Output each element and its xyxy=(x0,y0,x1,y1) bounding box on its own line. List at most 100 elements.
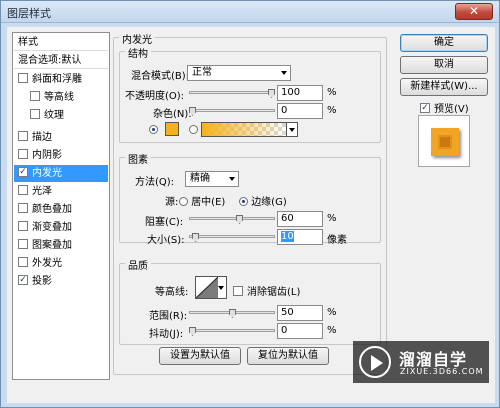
size-slider-thumb[interactable] xyxy=(192,233,199,242)
choke-label: 阻塞(C): xyxy=(145,217,184,228)
range-input[interactable]: 50 xyxy=(277,305,323,321)
noise-input[interactable]: 0 xyxy=(277,103,323,119)
section-title: 内发光 xyxy=(119,31,155,46)
source-edge-label: 边缘(G) xyxy=(251,197,287,208)
choke-slider-track xyxy=(189,217,275,220)
sidebar-item-contour[interactable]: 等高线 xyxy=(14,89,108,106)
cancel-button[interactable]: 取消 xyxy=(400,56,488,74)
jitter-slider-thumb[interactable] xyxy=(189,327,196,336)
noise-slider-track xyxy=(189,109,275,112)
blend-mode-label: 混合模式(B): xyxy=(131,71,190,82)
window-title: 图层样式 xyxy=(7,7,51,20)
reset-default-button[interactable]: 复位为默认值 xyxy=(247,347,329,365)
size-input[interactable]: 10 xyxy=(277,229,323,245)
inner-glow-checkbox[interactable]: ✓ xyxy=(18,167,28,177)
preview-option[interactable]: ✓ 预览(V) xyxy=(420,100,469,115)
range-slider[interactable] xyxy=(189,307,275,319)
sidebar-item-blending-options[interactable]: 混合选项:默认 xyxy=(14,52,108,69)
sidebar-item-outer-glow[interactable]: 外发光 xyxy=(14,255,108,272)
jitter-slider-track xyxy=(189,329,275,332)
opacity-value: 100 xyxy=(281,87,301,98)
gradient-overlay-checkbox[interactable] xyxy=(18,221,28,231)
jitter-slider[interactable] xyxy=(189,325,275,337)
preview-checkbox[interactable]: ✓ xyxy=(420,103,430,113)
technique-dropdown[interactable]: 精确 xyxy=(185,171,239,187)
sidebar-item-color-overlay[interactable]: 颜色叠加 xyxy=(14,201,108,218)
gradient-radio[interactable] xyxy=(189,125,198,134)
size-unit: 像素 xyxy=(327,235,347,246)
source-edge-radio[interactable] xyxy=(239,196,248,206)
outer-glow-checkbox[interactable] xyxy=(18,257,28,267)
style-list: 样式 混合选项:默认 斜面和浮雕 等高线 纹理 描边 内阴影 ✓ 内发光 光泽 颜… xyxy=(12,32,110,380)
sidebar-item-gradient-overlay[interactable]: 渐变叠加 xyxy=(14,219,108,236)
opacity-slider[interactable] xyxy=(189,87,275,99)
sidebar-item-bevel-emboss[interactable]: 斜面和浮雕 xyxy=(14,71,108,88)
sidebar-item-drop-shadow[interactable]: ✓ 投影 xyxy=(14,273,108,290)
make-default-button[interactable]: 设置为默认值 xyxy=(159,347,241,365)
sidebar-item-texture[interactable]: 纹理 xyxy=(14,107,108,124)
blend-mode-value: 正常 xyxy=(192,67,212,78)
ok-button[interactable]: 确定 xyxy=(400,34,488,52)
stroke-checkbox[interactable] xyxy=(18,131,28,141)
title-bar[interactable]: 图层样式 ✕ xyxy=(1,1,499,23)
drop-shadow-checkbox[interactable]: ✓ xyxy=(18,275,28,285)
bevel-emboss-checkbox[interactable] xyxy=(18,73,28,83)
jitter-input[interactable]: 0 xyxy=(277,323,323,339)
preview-label: 预览(V) xyxy=(434,104,469,115)
choke-slider-thumb[interactable] xyxy=(236,215,243,224)
sidebar-item-satin[interactable]: 光泽 xyxy=(14,183,108,200)
chevron-down-icon xyxy=(281,71,287,75)
sidebar-item-inner-glow[interactable]: ✓ 内发光 xyxy=(14,165,108,182)
sidebar-item-label: 内阴影 xyxy=(32,150,62,161)
sidebar-item-pattern-overlay[interactable]: 图案叠加 xyxy=(14,237,108,254)
size-value: 10 xyxy=(281,231,294,242)
size-slider[interactable] xyxy=(189,231,275,243)
technique-value: 精确 xyxy=(190,173,210,184)
chevron-down-icon xyxy=(229,177,235,181)
opacity-slider-thumb[interactable] xyxy=(268,89,275,98)
chevron-down-icon xyxy=(218,286,224,290)
choke-unit: % xyxy=(327,213,337,224)
sidebar-item-stroke[interactable]: 描边 xyxy=(14,129,108,146)
sidebar-item-label: 等高线 xyxy=(44,92,74,103)
noise-label: 杂色(N): xyxy=(153,109,192,120)
source-center-option[interactable]: 居中(E) xyxy=(179,193,225,208)
choke-input[interactable]: 60 xyxy=(277,211,323,227)
antialias-option[interactable]: 消除锯齿(L) xyxy=(233,283,300,298)
sidebar-item-label: 图案叠加 xyxy=(32,240,72,251)
satin-checkbox[interactable] xyxy=(18,185,28,195)
new-style-button[interactable]: 新建样式(W)... xyxy=(400,78,488,96)
size-slider-track xyxy=(189,235,275,238)
glow-color-swatch[interactable] xyxy=(165,122,179,136)
inner-shadow-checkbox[interactable] xyxy=(18,149,28,159)
sidebar-item-label: 渐变叠加 xyxy=(32,222,72,233)
opacity-slider-track xyxy=(189,91,275,94)
sidebar-item-label: 样式 xyxy=(18,37,38,48)
choke-value: 60 xyxy=(281,213,294,224)
contour-picker[interactable] xyxy=(195,276,227,299)
choke-slider[interactable] xyxy=(189,213,275,225)
close-button[interactable]: ✕ xyxy=(455,3,493,20)
watermark: 溜溜自学 ZIXUE.3D66.COM xyxy=(353,341,489,383)
sidebar-item-inner-shadow[interactable]: 内阴影 xyxy=(14,147,108,164)
solid-color-radio[interactable] xyxy=(149,125,158,134)
source-edge-option[interactable]: 边缘(G) xyxy=(239,193,287,208)
sidebar-item-styles[interactable]: 样式 xyxy=(14,34,108,51)
glow-gradient-picker[interactable] xyxy=(201,122,287,137)
quality-legend: 品质 xyxy=(125,257,151,272)
blend-mode-dropdown[interactable]: 正常 xyxy=(187,65,291,81)
texture-checkbox[interactable] xyxy=(30,109,40,119)
antialias-checkbox[interactable] xyxy=(233,286,243,296)
gradient-dropdown-button[interactable] xyxy=(286,122,298,137)
source-center-radio[interactable] xyxy=(179,196,188,206)
noise-unit: % xyxy=(327,105,337,116)
color-overlay-checkbox[interactable] xyxy=(18,203,28,213)
contour-checkbox[interactable] xyxy=(30,91,40,101)
opacity-input[interactable]: 100 xyxy=(277,85,323,101)
noise-slider[interactable] xyxy=(189,105,275,117)
sidebar-item-label: 外发光 xyxy=(32,258,62,269)
noise-slider-thumb[interactable] xyxy=(189,107,196,116)
pattern-overlay-checkbox[interactable] xyxy=(18,239,28,249)
sidebar-item-label: 光泽 xyxy=(32,186,52,197)
range-slider-thumb[interactable] xyxy=(229,309,236,318)
